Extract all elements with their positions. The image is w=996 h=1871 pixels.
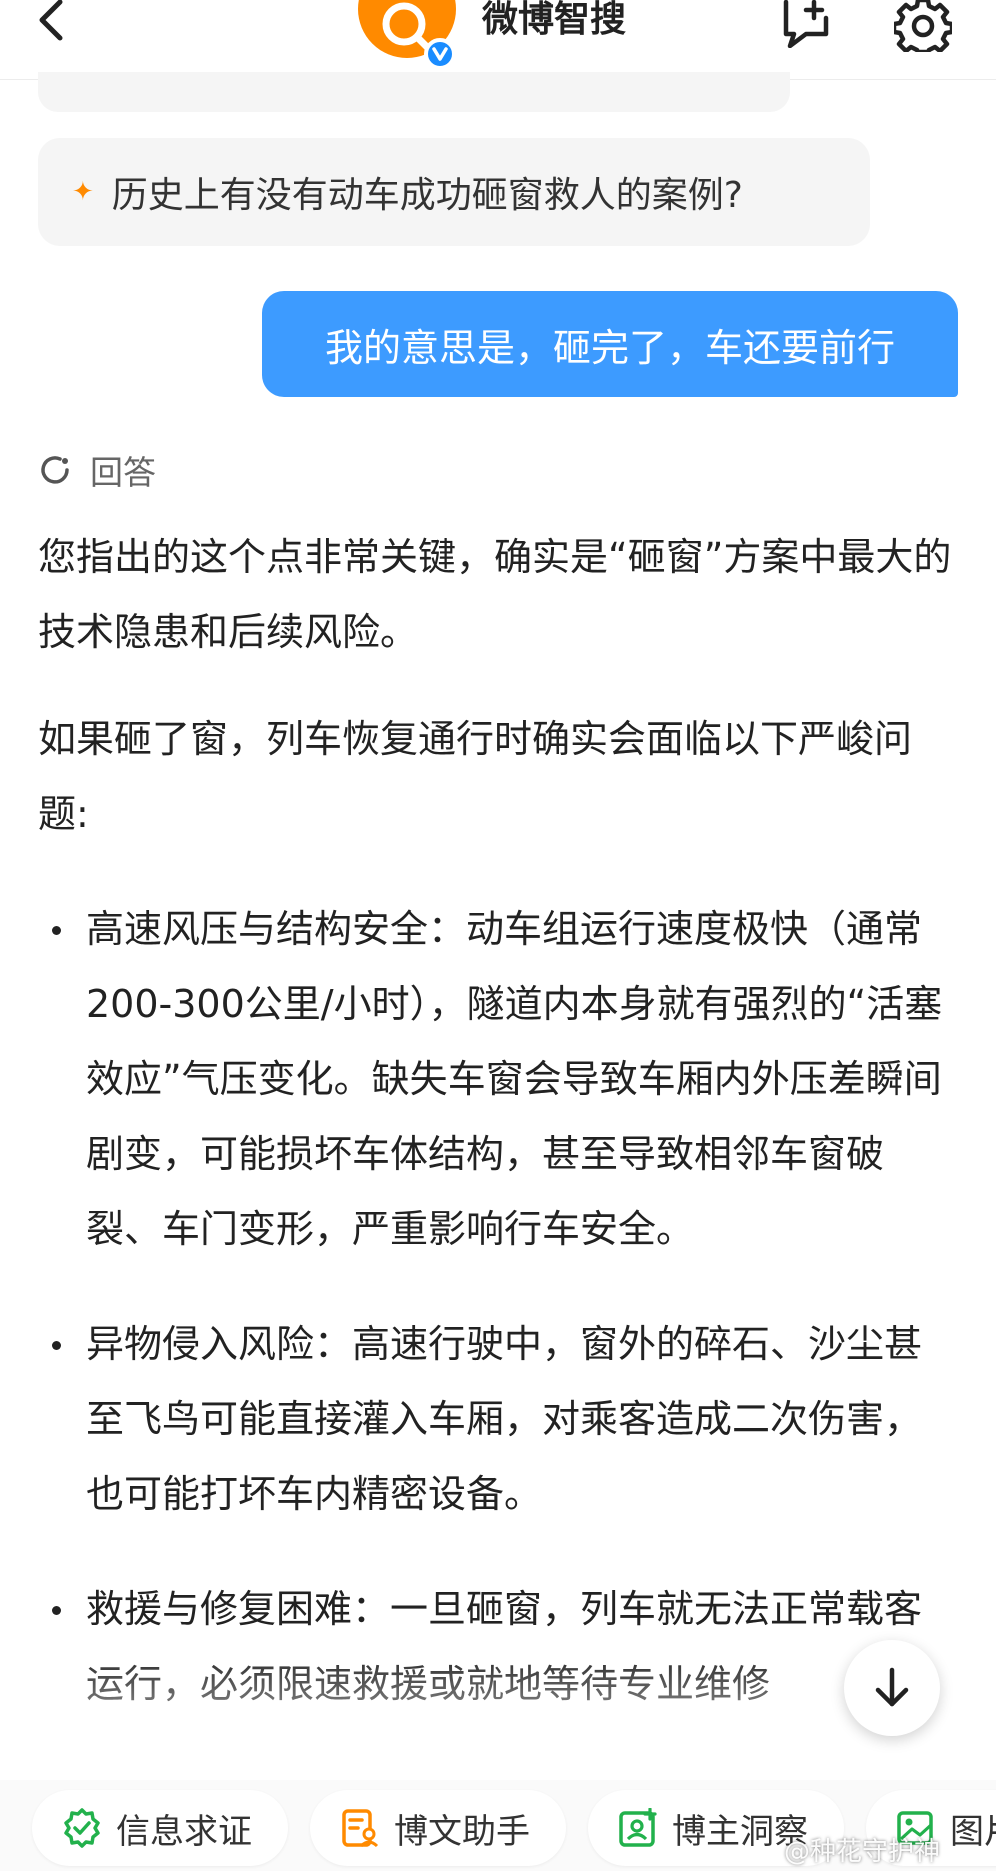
content-fade-overlay <box>0 1650 996 1770</box>
answer-paragraph: 如果砸了窗，列车恢复通行时确实会面临以下严峻问题: <box>38 717 913 836</box>
top-nav-bar: 微博智搜 <box>0 0 996 80</box>
answer-bullet-list: 高速风压与结构安全：动车组运行速度极快（通常200-300公里/小时），隧道内本… <box>38 892 958 1722</box>
user-card-icon <box>619 1808 657 1847</box>
chevron-left-icon <box>39 0 63 41</box>
suggested-question[interactable]: ✦ 历史上有没有动车成功砸窗救人的案例? <box>38 138 870 246</box>
back-button[interactable] <box>28 0 78 50</box>
chip-label: 信息求证 <box>116 1811 252 1852</box>
chat-plus-icon <box>783 0 829 49</box>
new-chat-button[interactable] <box>778 0 836 49</box>
settings-button[interactable] <box>891 0 955 55</box>
document-user-icon <box>342 1809 379 1848</box>
arrow-down-icon <box>875 1667 909 1707</box>
user-message-bubble: 我的意思是，砸完了，车还要前行 <box>262 291 958 397</box>
shield-check-icon <box>64 1808 100 1848</box>
chip-post-assistant[interactable]: 博文助手 <box>310 1790 566 1866</box>
watermark-text: @种花守护神 <box>784 1837 941 1867</box>
answer-bullet: 高速风压与结构安全：动车组运行速度极快（通常200-300公里/小时），隧道内本… <box>38 892 958 1267</box>
chip-label: 图片 <box>950 1811 996 1852</box>
answer-label: 回答 <box>90 453 156 492</box>
refresh-loading-icon <box>41 456 69 484</box>
previous-card-remnant <box>38 72 790 112</box>
answer-header: 回答 <box>38 446 156 494</box>
scroll-to-bottom-button[interactable] <box>844 1640 940 1736</box>
chip-fact-check[interactable]: 信息求证 <box>32 1790 288 1866</box>
gear-icon <box>891 0 955 55</box>
sparkle-icon: ✦ <box>72 177 94 207</box>
answer-bullet: 异物侵入风险：高速行驶中，窗外的碎石、沙尘甚至飞鸟可能直接灌入车厢，对乘客造成二… <box>38 1307 958 1532</box>
answer-paragraph: 您指出的这个点非常关键，确实是“砸窗”方案中最大的技术隐患和后续风险。 <box>38 535 952 654</box>
app-title: 微博智搜 <box>482 0 627 40</box>
suggested-question-text: 历史上有没有动车成功砸窗救人的案例? <box>111 175 743 216</box>
answer-content: 您指出的这个点非常关键，确实是“砸窗”方案中最大的技术隐患和后续风险。 如果砸了… <box>38 520 958 1762</box>
chip-label: 博文助手 <box>394 1811 530 1852</box>
verified-badge-icon <box>424 38 456 70</box>
user-message-text: 我的意思是，砸完了，车还要前行 <box>324 325 895 370</box>
